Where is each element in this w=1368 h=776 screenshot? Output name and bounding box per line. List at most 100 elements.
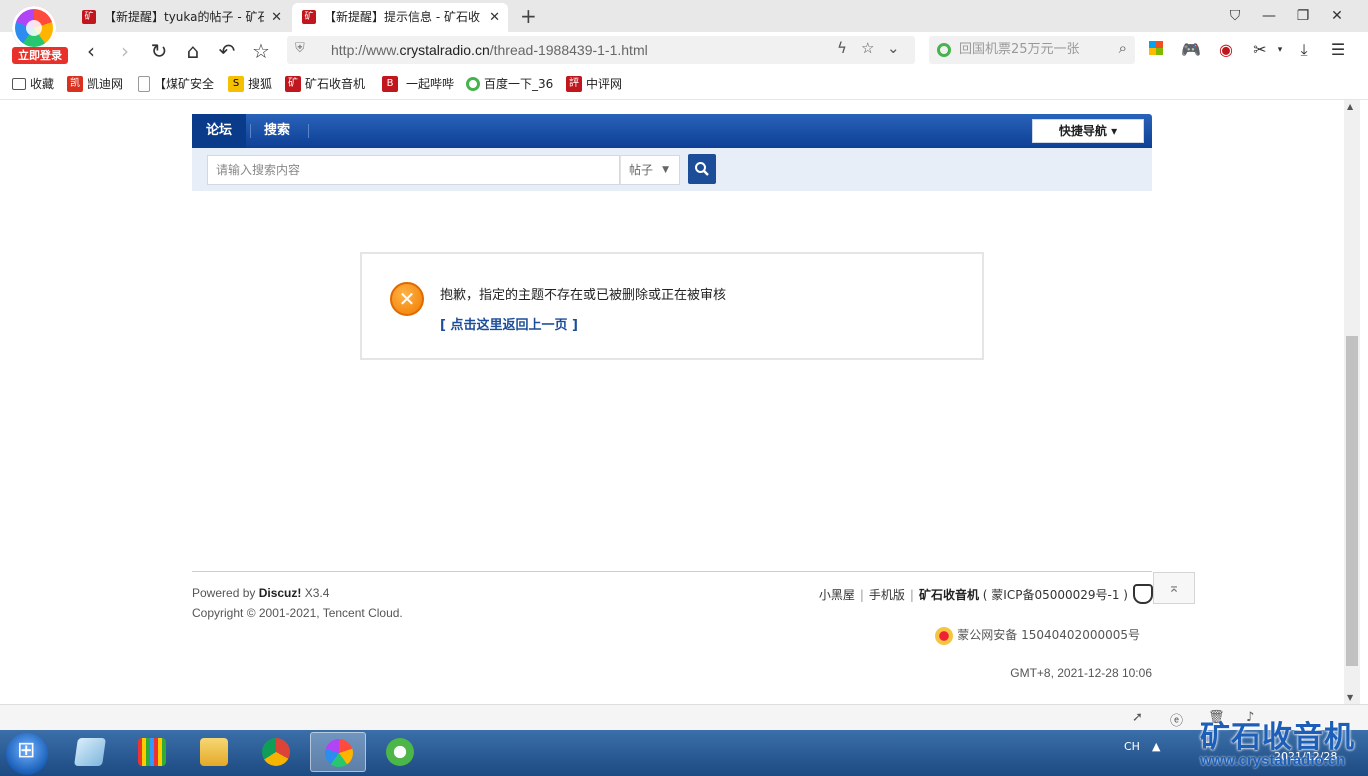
start-button[interactable] xyxy=(6,733,48,775)
bookmark-bilibili[interactable]: B 一起哔哔 xyxy=(382,76,454,92)
bookmark-kaidi[interactable]: 凯凯迪网 xyxy=(67,76,123,92)
apps-grid-icon[interactable] xyxy=(1146,40,1166,60)
bookmark-zhongping[interactable]: 評中评网 xyxy=(566,76,622,92)
rocket-icon[interactable]: ➚ xyxy=(1132,710,1143,725)
restore-icon[interactable]: ❐ xyxy=(1288,4,1318,28)
tab-favicon-icon: 矿 xyxy=(302,10,316,24)
caret-down-icon[interactable]: ▾ xyxy=(1270,40,1290,60)
download-icon[interactable]: ⤓ xyxy=(1294,40,1314,60)
web-page: 论坛 搜索 快捷导航 ▾ 请输入搜索内容 帖子 ▼ ✕ 抱歉，指定的主题不存在或… xyxy=(0,100,1344,704)
browser-status-bar: ➚ ⓔ 🗑 ♪ xyxy=(0,704,1368,730)
extension-icon[interactable]: ◉ xyxy=(1216,40,1236,60)
chevron-down-icon[interactable]: ⌄ xyxy=(887,39,900,57)
back-icon[interactable]: ‹ xyxy=(78,38,104,64)
search-icon xyxy=(695,162,709,176)
forum-nav-bar: 论坛 搜索 快捷导航 ▾ xyxy=(192,114,1152,148)
scrollbar-thumb[interactable] xyxy=(1346,336,1358,666)
alert-message-box: ✕ 抱歉，指定的主题不存在或已被删除或正在被审核 [ 点击这里返回上一页 ] xyxy=(360,252,984,360)
footer-link-mobile[interactable]: 手机版 xyxy=(869,588,905,602)
game-icon[interactable]: 🎮 xyxy=(1181,40,1201,60)
undo-close-icon[interactable]: ↶ xyxy=(214,38,240,64)
close-window-icon[interactable]: ✕ xyxy=(1322,4,1352,28)
folder-icon xyxy=(12,78,26,90)
minimize-icon[interactable]: — xyxy=(1254,4,1284,28)
browser-toolbar: ‹ › ↻ ⌂ ↶ ☆ ⛨ http://www.crystalradio.cn… xyxy=(0,32,1368,68)
quick-nav-button[interactable]: 快捷导航 ▾ xyxy=(1032,119,1144,143)
police-record[interactable]: 蒙公网安备 15040402000005号 xyxy=(935,626,1140,645)
taskbar-app-notepad[interactable] xyxy=(62,732,118,772)
bookmark-sohu[interactable]: S 搜狐 xyxy=(228,76,272,92)
search360-icon xyxy=(466,77,480,91)
windows-taskbar: CH ▲ 2021/12/28 xyxy=(0,730,1368,776)
search-box[interactable]: 回国机票25万元一张 ⌕ xyxy=(929,36,1135,64)
back-link[interactable]: [ 点击这里返回上一页 ] xyxy=(440,314,578,333)
address-url: http://www.crystalradio.cn/thread-198843… xyxy=(331,42,648,58)
crystalradio-icon: 矿 xyxy=(285,76,301,92)
footer-site-name[interactable]: 矿石收音机 xyxy=(919,588,979,602)
footer-link-blacklist[interactable]: 小黑屋 xyxy=(819,588,855,602)
discuz-link[interactable]: Discuz! xyxy=(259,586,302,600)
search-submit-button[interactable] xyxy=(688,154,716,184)
tab-title: 【新提醒】tyuka的帖子 - 矿石 xyxy=(104,10,264,24)
nav-search[interactable]: 搜索 xyxy=(250,114,304,148)
input-language[interactable]: CH xyxy=(1124,740,1140,753)
powered-by: Powered by Discuz! X3.4 xyxy=(192,586,330,600)
taskbar-app-pencils[interactable] xyxy=(124,732,180,772)
taskbar-app-ie[interactable] xyxy=(372,732,428,772)
search-type-label: 帖子 xyxy=(629,163,654,177)
search-bar: 请输入搜索内容 帖子 ▼ xyxy=(192,148,1152,191)
security-shield-icon[interactable]: ⛨ xyxy=(295,41,305,56)
taskbar-app-explorer[interactable] xyxy=(186,732,242,772)
browser-logo-icon xyxy=(12,6,56,50)
search-engine-icon xyxy=(937,43,951,57)
search-type-select[interactable]: 帖子 ▼ xyxy=(620,155,680,185)
taskbar-app-chrome[interactable] xyxy=(248,732,304,772)
tab-2-active[interactable]: 矿 【新提醒】提示信息 - 矿石收 ✕ xyxy=(292,3,508,32)
bilibili-icon: B xyxy=(382,76,398,92)
browser-logo[interactable]: 立即登录 xyxy=(6,4,68,64)
ie-icon[interactable]: ⓔ xyxy=(1170,710,1183,729)
caret-down-icon: ▼ xyxy=(662,165,669,175)
bookmark-star-icon[interactable]: ☆ xyxy=(861,39,874,57)
tab-favicon-icon: 矿 xyxy=(82,10,96,24)
address-bar[interactable]: ⛨ http://www.crystalradio.cn/thread-1988… xyxy=(287,36,915,64)
bookmark-coal-safety[interactable]: 【煤矿安全 xyxy=(138,76,214,92)
bookmark-baidu[interactable]: 百度一下_36 xyxy=(466,76,553,92)
tab-close-icon[interactable]: ✕ xyxy=(489,3,500,32)
kaidi-icon: 凯 xyxy=(67,76,83,92)
tab-title: 【新提醒】提示信息 - 矿石收 xyxy=(324,10,480,24)
favorite-star-icon[interactable]: ☆ xyxy=(248,38,274,64)
bookmark-favorites[interactable]: 收藏 xyxy=(12,76,54,92)
tray-expand-icon[interactable]: ▲ xyxy=(1152,740,1160,753)
tab-close-icon[interactable]: ✕ xyxy=(271,3,282,32)
page-icon xyxy=(138,76,150,92)
home-icon[interactable]: ⌂ xyxy=(180,38,206,64)
scroll-up-icon[interactable]: ▲ xyxy=(1347,102,1353,111)
tab-1[interactable]: 矿 【新提醒】tyuka的帖子 - 矿石 ✕ xyxy=(72,3,290,32)
security-badge-icon[interactable] xyxy=(1133,584,1153,604)
vertical-scrollbar[interactable]: ▲ ▼ xyxy=(1344,100,1360,704)
nav-forum[interactable]: 论坛 xyxy=(192,114,247,148)
login-badge[interactable]: 立即登录 xyxy=(12,47,68,64)
shirt-skin-icon[interactable]: ⛉ xyxy=(1220,4,1250,28)
forward-icon[interactable]: › xyxy=(112,38,138,64)
scissors-icon[interactable]: ✂ xyxy=(1250,40,1270,60)
new-tab-button[interactable]: + xyxy=(520,3,537,29)
menu-icon[interactable]: ☰ xyxy=(1328,40,1348,60)
forum-search-input[interactable]: 请输入搜索内容 xyxy=(207,155,620,185)
lightning-icon[interactable]: ϟ xyxy=(837,39,847,57)
back-to-top-button[interactable]: ⌅ xyxy=(1153,572,1195,604)
error-x-icon: ✕ xyxy=(390,282,424,316)
pencils-icon xyxy=(138,738,166,766)
taskbar-app-browser[interactable] xyxy=(310,732,366,772)
footer-divider xyxy=(192,571,1152,572)
sync-icon xyxy=(386,738,414,766)
search-icon[interactable]: ⌕ xyxy=(1119,39,1127,57)
refresh-icon[interactable]: ↻ xyxy=(146,38,172,64)
bookmark-crystalradio[interactable]: 矿矿石收音机 xyxy=(285,76,365,92)
footer-icp[interactable]: ( 蒙ICP备05000029号-1 ) xyxy=(983,588,1128,602)
browser-icon xyxy=(325,739,353,767)
nav-separator xyxy=(308,124,309,138)
folder-icon xyxy=(200,738,228,766)
scroll-down-icon[interactable]: ▼ xyxy=(1347,693,1353,702)
